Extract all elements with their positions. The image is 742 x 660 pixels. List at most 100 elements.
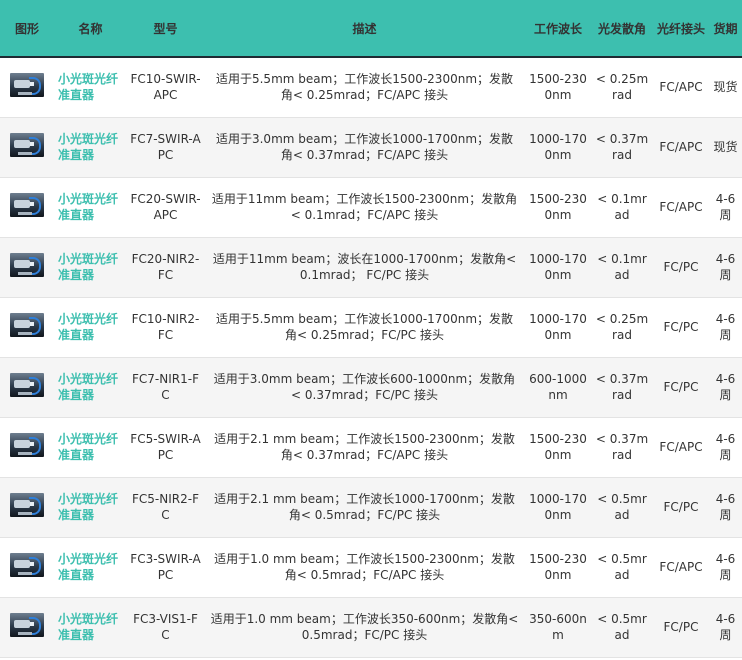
product-name-link[interactable]: 小光斑光纤准直器	[54, 357, 127, 417]
product-model: FC10-NIR2-FC	[131, 312, 200, 342]
product-connector: FC/APC	[659, 440, 703, 454]
fiber-collimator-icon[interactable]	[10, 553, 44, 577]
table-row: 小光斑光纤准直器 FC7-SWIR-APC 适用于3.0mm beam；工作波长…	[0, 117, 742, 177]
table-row: 小光斑光纤准直器 FC10-SWIR-APC 适用于5.5mm beam；工作波…	[0, 57, 742, 117]
product-image-cell[interactable]	[0, 417, 54, 477]
product-connector: FC/PC	[663, 500, 699, 514]
product-lead-time: 现货	[713, 80, 738, 95]
product-name-link[interactable]: 小光斑光纤准直器	[54, 57, 127, 117]
product-name-link[interactable]: 小光斑光纤准直器	[54, 477, 127, 537]
fiber-collimator-icon[interactable]	[10, 253, 44, 277]
table-row: 小光斑光纤准直器 FC5-NIR2-FC 适用于2.1 mm beam；工作波长…	[0, 477, 742, 537]
product-divergence: < 0.1mrad	[597, 192, 647, 222]
product-name-link[interactable]: 小光斑光纤准直器	[54, 597, 127, 657]
product-name-link[interactable]: 小光斑光纤准直器	[54, 177, 127, 237]
product-wavelength: 1000-1700nm	[529, 252, 587, 282]
product-model: FC7-NIR1-FC	[132, 372, 199, 402]
product-lead-time: 4-6周	[715, 372, 736, 402]
product-wavelength: 1000-1700nm	[529, 312, 587, 342]
product-image-cell[interactable]	[0, 477, 54, 537]
product-connector: FC/APC	[659, 140, 703, 154]
product-wavelength: 1500-2300nm	[529, 432, 587, 462]
product-description: 适用于5.5mm beam；工作波长1000-1700nm；发散角< 0.25m…	[215, 312, 514, 342]
product-lead-time: 4-6周	[715, 252, 736, 282]
product-table: 图形 名称 型号 描述 工作波长 光发散角 光纤接头 货期 小光斑光纤准直器 F…	[0, 0, 742, 658]
product-model: FC7-SWIR-APC	[130, 132, 201, 162]
product-image-cell[interactable]	[0, 297, 54, 357]
fiber-collimator-icon[interactable]	[10, 493, 44, 517]
header-name: 名称	[54, 0, 127, 58]
product-model: FC20-SWIR-APC	[130, 192, 201, 222]
product-lead-time: 4-6周	[715, 432, 736, 462]
product-description: 适用于11mm beam；工作波长1500-2300nm；发散角< 0.1mra…	[211, 192, 518, 222]
header-divergence: 光发散角	[591, 0, 653, 58]
table-row: 小光斑光纤准直器 FC10-NIR2-FC 适用于5.5mm beam；工作波长…	[0, 297, 742, 357]
product-name-link[interactable]: 小光斑光纤准直器	[54, 237, 127, 297]
product-description: 适用于11mm beam；波长在1000-1700nm；发散角< 0.1mrad…	[212, 252, 517, 282]
product-divergence: < 0.5mrad	[597, 492, 647, 522]
product-model: FC10-SWIR-APC	[130, 72, 201, 103]
product-connector: FC/PC	[663, 260, 699, 274]
product-connector: FC/PC	[663, 320, 699, 334]
product-wavelength: 1000-1700nm	[529, 132, 587, 162]
product-name-link[interactable]: 小光斑光纤准直器	[54, 117, 127, 177]
table-header: 图形 名称 型号 描述 工作波长 光发散角 光纤接头 货期	[0, 0, 742, 58]
fiber-collimator-icon[interactable]	[10, 133, 44, 157]
product-connector: FC/APC	[659, 200, 703, 214]
product-wavelength: 1500-2300nm	[529, 72, 587, 103]
product-image-cell[interactable]	[0, 117, 54, 177]
table-row: 小光斑光纤准直器 FC20-SWIR-APC 适用于11mm beam；工作波长…	[0, 177, 742, 237]
product-connector: FC/PC	[663, 620, 699, 634]
fiber-collimator-icon[interactable]	[10, 193, 44, 217]
product-image-cell[interactable]	[0, 237, 54, 297]
product-divergence: < 0.5mrad	[597, 612, 647, 642]
header-row: 图形 名称 型号 描述 工作波长 光发散角 光纤接头 货期	[0, 0, 742, 58]
product-description: 适用于5.5mm beam；工作波长1500-2300nm；发散角< 0.25m…	[215, 72, 514, 103]
fiber-collimator-icon[interactable]	[10, 433, 44, 457]
table-body: 小光斑光纤准直器 FC10-SWIR-APC 适用于5.5mm beam；工作波…	[0, 57, 742, 657]
product-divergence: < 0.37mrad	[595, 132, 649, 162]
product-divergence: < 0.25mrad	[595, 312, 649, 342]
product-image-cell[interactable]	[0, 357, 54, 417]
product-description: 适用于2.1 mm beam；工作波长1500-2300nm；发散角< 0.37…	[214, 432, 515, 462]
table-row: 小光斑光纤准直器 FC5-SWIR-APC 适用于2.1 mm beam；工作波…	[0, 417, 742, 477]
product-image-cell[interactable]	[0, 177, 54, 237]
product-lead-time: 4-6周	[715, 312, 736, 342]
fiber-collimator-icon[interactable]	[10, 373, 44, 397]
header-model: 型号	[127, 0, 204, 58]
product-image-cell[interactable]	[0, 537, 54, 597]
fiber-collimator-icon[interactable]	[10, 73, 44, 98]
product-lead-time: 4-6周	[715, 552, 736, 582]
header-lead-time: 货期	[709, 0, 742, 58]
product-connector: FC/PC	[663, 380, 699, 394]
product-divergence: < 0.1mrad	[597, 252, 647, 282]
product-model: FC5-NIR2-FC	[132, 492, 199, 522]
product-name-link[interactable]: 小光斑光纤准直器	[54, 417, 127, 477]
product-wavelength: 1500-2300nm	[529, 192, 587, 222]
product-connector: FC/APC	[659, 80, 703, 95]
product-description: 适用于3.0mm beam；工作波长1000-1700nm；发散角< 0.37m…	[215, 132, 514, 162]
product-divergence: < 0.25mrad	[595, 72, 649, 103]
product-wavelength: 600-1000nm	[529, 372, 587, 402]
fiber-collimator-icon[interactable]	[10, 313, 44, 337]
product-image-cell[interactable]	[0, 597, 54, 657]
product-divergence: < 0.37mrad	[595, 432, 649, 462]
product-wavelength: 350-600nm	[529, 612, 587, 642]
header-image: 图形	[0, 0, 54, 58]
fiber-collimator-icon[interactable]	[10, 613, 44, 637]
product-connector: FC/APC	[659, 560, 703, 574]
table-row: 小光斑光纤准直器 FC3-SWIR-APC 适用于1.0 mm beam；工作波…	[0, 537, 742, 597]
product-lead-time: 4-6周	[715, 492, 736, 522]
table-row: 小光斑光纤准直器 FC7-NIR1-FC 适用于3.0mm beam；工作波长6…	[0, 357, 742, 417]
product-name-link[interactable]: 小光斑光纤准直器	[54, 297, 127, 357]
product-model: FC3-VIS1-FC	[133, 612, 198, 642]
table-row: 小光斑光纤准直器 FC3-VIS1-FC 适用于1.0 mm beam；工作波长…	[0, 597, 742, 657]
product-name-link[interactable]: 小光斑光纤准直器	[54, 537, 127, 597]
product-wavelength: 1500-2300nm	[529, 552, 587, 582]
product-model: FC5-SWIR-APC	[130, 432, 201, 462]
product-description: 适用于3.0mm beam；工作波长600-1000nm；发散角< 0.37mr…	[213, 372, 516, 402]
product-image-cell[interactable]	[0, 57, 54, 117]
product-model: FC20-NIR2-FC	[131, 252, 200, 282]
header-description: 描述	[204, 0, 525, 58]
table-row: 小光斑光纤准直器 FC20-NIR2-FC 适用于11mm beam；波长在10…	[0, 237, 742, 297]
